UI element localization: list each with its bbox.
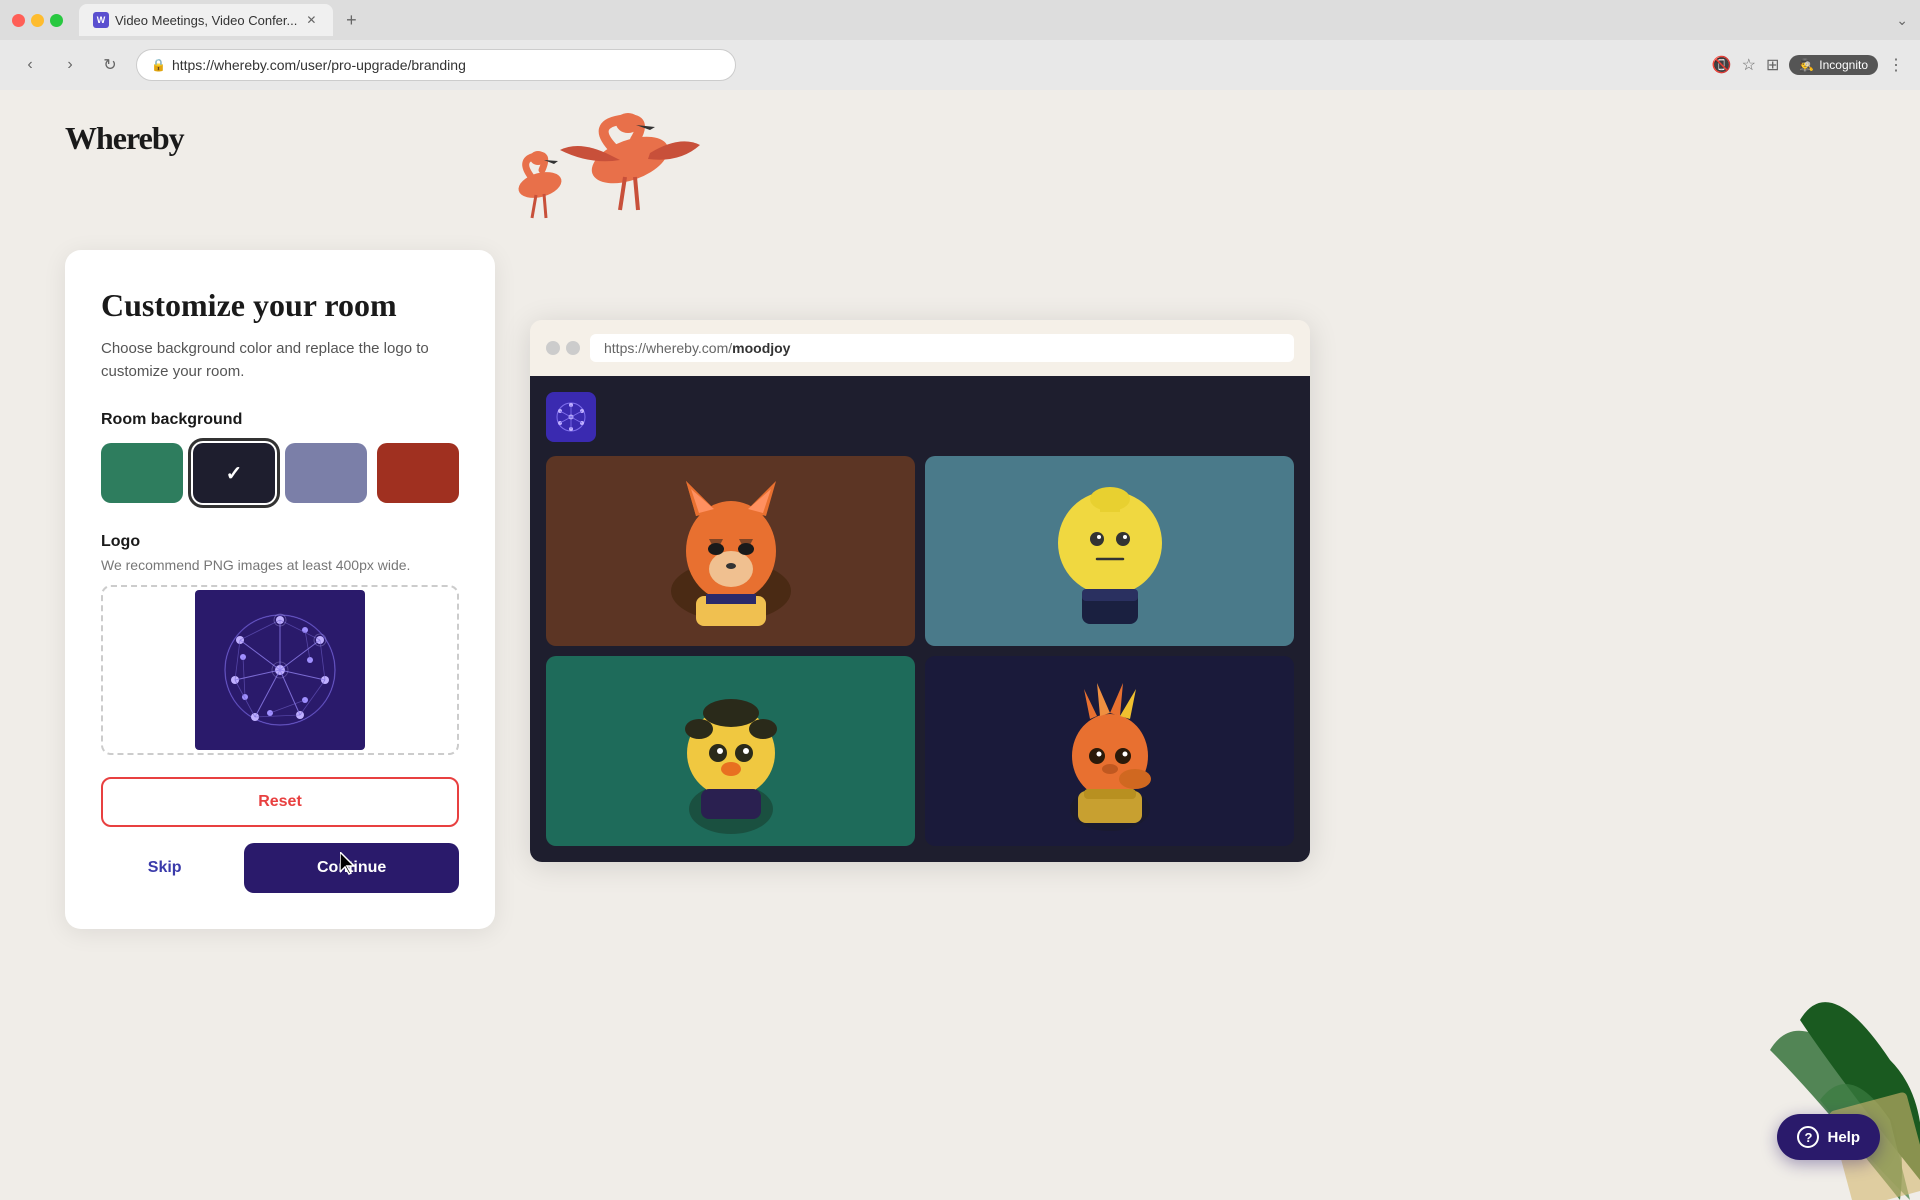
preview-panel: https://whereby.com/moodjoy [530,320,1310,862]
continue-button[interactable]: Continue [244,843,459,893]
color-swatch-dark-blue[interactable]: ✓ [193,443,275,503]
security-lock-icon: 🔒 [151,58,166,72]
logo-section-label: Logo [101,533,459,551]
bookmark-icon[interactable]: ☆ [1742,55,1756,75]
logo-hint: We recommend PNG images at least 400px w… [101,557,459,573]
toolbar-icons: 📵 ☆ ⊞ 🕵 Incognito ⋮ [1712,55,1904,75]
tabs-overflow-button[interactable]: ⌄ [1896,12,1908,29]
preview-window-dots [546,341,580,355]
forward-button[interactable]: › [56,51,84,79]
preview-content [530,376,1310,862]
reload-button[interactable]: ↻ [96,51,124,79]
video-tile-3 [546,656,915,846]
video-tile-4 [925,656,1294,846]
preview-dot-1 [546,341,560,355]
card-title: Customize your room [101,286,459,324]
help-button[interactable]: ? Help [1777,1114,1880,1160]
reset-button[interactable]: Reset [101,777,459,827]
flamingo-decoration [480,110,740,230]
page-content: Whereby [0,90,1920,1200]
color-swatch-red-brown[interactable] [377,443,459,503]
room-background-label: Room background [101,411,459,429]
skip-button[interactable]: Skip [101,849,228,887]
menu-button[interactable]: ⋮ [1888,55,1904,75]
video-tile-1 [546,456,915,646]
incognito-icon: 🕵 [1799,58,1814,72]
preview-url-bold: moodjoy [732,340,790,356]
color-swatch-muted-blue[interactable] [285,443,367,503]
camera-off-icon[interactable]: 📵 [1712,55,1732,75]
close-window-button[interactable] [12,14,25,27]
address-bar-row: ‹ › ↻ 🔒 https://whereby.com/user/pro-upg… [0,40,1920,90]
help-label: Help [1827,1129,1860,1146]
back-button[interactable]: ‹ [16,51,44,79]
tab-favicon: W [93,12,109,28]
tab-bar: W Video Meetings, Video Confer... ✕ + ⌄ [0,0,1920,40]
whereby-logo: Whereby [65,120,184,157]
logo-upload-area[interactable] [101,585,459,755]
logo-preview [195,590,365,750]
address-bar[interactable]: 🔒 https://whereby.com/user/pro-upgrade/b… [136,49,736,81]
video-grid [546,456,1294,846]
video-tile-2 [925,456,1294,646]
maximize-window-button[interactable] [50,14,63,27]
browser-chrome: W Video Meetings, Video Confer... ✕ + ⌄ … [0,0,1920,90]
card-subtitle: Choose background color and replace the … [101,338,459,383]
tab-close-button[interactable]: ✕ [303,12,319,28]
minimize-window-button[interactable] [31,14,44,27]
incognito-label: Incognito [1819,58,1868,72]
color-swatch-green[interactable] [101,443,183,503]
customize-card: Customize your room Choose background co… [65,250,495,929]
bottom-actions: Skip Continue [101,843,459,893]
preview-url-plain: https://whereby.com/ [604,340,732,356]
new-tab-button[interactable]: + [337,6,365,34]
preview-address-bar: https://whereby.com/moodjoy [590,334,1294,362]
url-display: https://whereby.com/user/pro-upgrade/bra… [172,57,466,73]
tab-title: Video Meetings, Video Confer... [115,13,297,28]
window-controls [12,14,63,27]
incognito-badge: 🕵 Incognito [1789,55,1878,75]
preview-logo-bar [546,392,1294,442]
color-options: ✓ [101,443,459,503]
preview-dot-2 [566,341,580,355]
help-question-icon: ? [1797,1126,1819,1148]
grid-view-icon[interactable]: ⊞ [1766,55,1779,75]
selected-checkmark: ✓ [226,461,243,486]
preview-browser-bar: https://whereby.com/moodjoy [530,320,1310,376]
active-tab[interactable]: W Video Meetings, Video Confer... ✕ [79,4,333,36]
preview-globe-icon [546,392,596,442]
